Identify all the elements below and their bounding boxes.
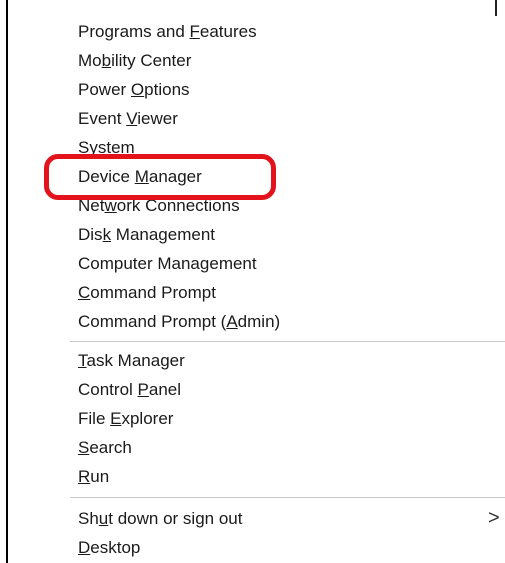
menu-item-network-connections[interactable]: Network Connections [8,191,505,220]
menu-separator [70,497,505,498]
power-user-menu: Programs and Features Mobility Center Po… [0,0,505,563]
menu-item-search[interactable]: Search [8,433,505,462]
menu-item-file-explorer[interactable]: File Explorer [8,404,505,433]
menu-item-task-manager[interactable]: Task Manager [8,346,505,375]
menu-group-tools: Task Manager Control Panel File Explorer… [8,346,505,491]
menu-item-command-prompt[interactable]: Command Prompt [8,278,505,307]
menu-item-shut-down-or-sign-out[interactable]: Shut down or sign out > [8,504,505,533]
menu-group-session: Shut down or sign out > Desktop [8,504,505,562]
menu-item-disk-management[interactable]: Disk Management [8,220,505,249]
menu-item-command-prompt-admin[interactable]: Command Prompt (Admin) [8,307,505,336]
menu-item-desktop[interactable]: Desktop [8,533,505,562]
menu-item-computer-management[interactable]: Computer Management [8,249,505,278]
menu-item-control-panel[interactable]: Control Panel [8,375,505,404]
chevron-right-icon: > [488,507,500,529]
menu-separator [70,341,505,342]
menu-item-device-manager[interactable]: Device Manager [8,162,505,191]
menu-item-programs-and-features[interactable]: Programs and Features [8,17,505,46]
menu-corner-mark [495,0,497,16]
menu-item-run[interactable]: Run [8,462,505,491]
menu-item-mobility-center[interactable]: Mobility Center [8,46,505,75]
menu-item-event-viewer[interactable]: Event Viewer [8,104,505,133]
menu-group-system-tools: Programs and Features Mobility Center Po… [8,17,505,336]
menu-item-system[interactable]: System [8,133,505,162]
menu-item-power-options[interactable]: Power Options [8,75,505,104]
